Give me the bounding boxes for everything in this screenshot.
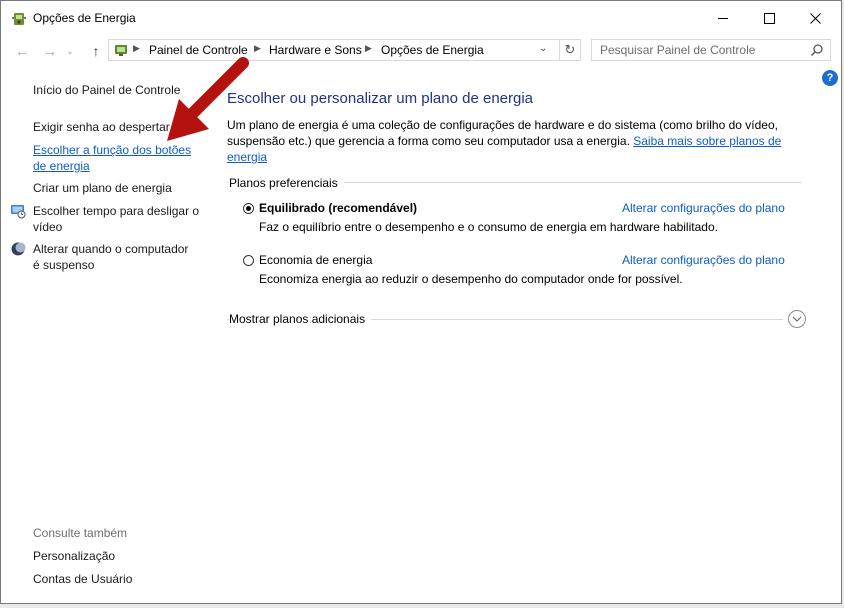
power-options-icon (12, 13, 26, 25)
breadcrumb-painel-de-controle[interactable]: Painel de Controle (149, 43, 248, 57)
close-icon (809, 12, 821, 24)
plan-balanced-description: Faz o equilíbrio entre o desempenho e o … (259, 220, 718, 234)
see-also-heading: Consulte também (33, 526, 128, 540)
plan-description: Um plano de energia é uma coleção de con… (227, 117, 787, 165)
plan-balanced-name[interactable]: Equilibrado (recomendável) (259, 201, 417, 215)
breadcrumb-opcoes-de-energia[interactable]: Opções de Energia (381, 43, 484, 57)
forward-button[interactable]: → (39, 41, 61, 61)
maximize-button[interactable] (746, 1, 792, 35)
breadcrumb-hardware-e-sons[interactable]: Hardware e Sons (269, 43, 362, 57)
additional-plans-expand-button[interactable] (788, 310, 806, 328)
see-also-personalization-link[interactable]: Personalização (33, 548, 115, 564)
page-title: Escolher ou personalizar um plano de ene… (227, 90, 534, 107)
sidebar-require-password-link[interactable]: Exigir senha ao despertar (33, 119, 170, 135)
address-dropdown-icon[interactable]: ⌄ (539, 43, 547, 54)
minimize-button[interactable] (700, 1, 746, 35)
sidebar-power-buttons-line1: Escolher a função dos botões (33, 143, 192, 157)
power-options-window: Opções de Energia ← → ⌄ ↑ ▶ Painel de Co… (0, 0, 842, 604)
sidebar-sleep-link[interactable]: Alterar quando o computador é suspenso (33, 241, 188, 273)
minimize-icon (717, 17, 728, 19)
display-clock-icon (11, 205, 26, 219)
recent-locations-button[interactable]: ⌄ (63, 41, 77, 61)
sidebar: Início do Painel de Controle Exigir senh… (1, 67, 211, 603)
arrow-up-icon: ↑ (92, 43, 100, 59)
refresh-button[interactable]: ↻ (559, 40, 580, 60)
arrow-right-icon: → (43, 43, 57, 59)
search-icon[interactable] (810, 43, 824, 57)
maximize-icon (763, 12, 775, 24)
breadcrumb-separator-icon: ▶ (365, 43, 372, 53)
address-bar[interactable]: ▶ Painel de Controle ▶ Hardware e Sons ▶… (108, 39, 581, 61)
breadcrumb-separator-icon: ▶ (133, 43, 140, 53)
chevron-down-icon: ⌄ (66, 45, 74, 56)
chevron-down-icon (792, 316, 802, 322)
plan-balanced-radio[interactable] (243, 203, 254, 214)
help-icon[interactable]: ? (822, 70, 838, 86)
search-input[interactable]: Pesquisar Painel de Controle (591, 39, 831, 61)
plan-power-saver-description: Economiza energia ao reduzir o desempenh… (259, 272, 683, 286)
sidebar-create-plan-link[interactable]: Criar um plano de energia (33, 180, 172, 196)
plan-power-saver-radio[interactable] (243, 255, 254, 266)
plan-power-saver-settings-link[interactable]: Alterar configurações do plano (622, 253, 785, 267)
sidebar-sleep-line2: é suspenso (33, 258, 95, 272)
additional-plans-label[interactable]: Mostrar planos adicionais (229, 312, 372, 326)
refresh-icon: ↻ (564, 42, 576, 57)
sidebar-home-link[interactable]: Início do Painel de Controle (33, 82, 180, 98)
search-placeholder: Pesquisar Painel de Controle (600, 43, 756, 57)
description-line1: Um plano de energia é uma coleção de con… (227, 118, 778, 132)
close-button[interactable] (792, 1, 838, 35)
plan-balanced-settings-link[interactable]: Alterar configurações do plano (622, 201, 785, 215)
plan-power-saver-name[interactable]: Economia de energia (259, 253, 372, 267)
back-button[interactable]: ← (11, 41, 33, 61)
navigation-bar: ← → ⌄ ↑ ▶ Painel de Controle ▶ Hardware … (1, 35, 841, 67)
see-also-user-accounts-link[interactable]: Contas de Usuário (33, 571, 132, 587)
preferred-plans-label: Planos preferenciais (229, 176, 344, 190)
title-bar: Opções de Energia (1, 1, 841, 35)
description-line2: suspensão etc.) que gerencia a forma com… (227, 134, 630, 148)
sidebar-display-off-line2: vídeo (33, 220, 63, 234)
sidebar-power-buttons-line2: de energia (33, 159, 90, 173)
sidebar-display-off-link[interactable]: Escolher tempo para desligar o vídeo (33, 203, 199, 235)
arrow-left-icon: ← (15, 43, 29, 59)
up-button[interactable]: ↑ (85, 41, 107, 61)
sidebar-display-off-line1: Escolher tempo para desligar o (33, 204, 200, 218)
sidebar-sleep-line1: Alterar quando o computador (33, 242, 189, 256)
sidebar-power-buttons-link[interactable]: Escolher a função dos botões de energia (33, 142, 191, 174)
moon-icon (11, 242, 26, 256)
window-title: Opções de Energia (33, 11, 136, 25)
breadcrumb-separator-icon: ▶ (254, 43, 261, 53)
control-panel-icon (115, 45, 127, 56)
